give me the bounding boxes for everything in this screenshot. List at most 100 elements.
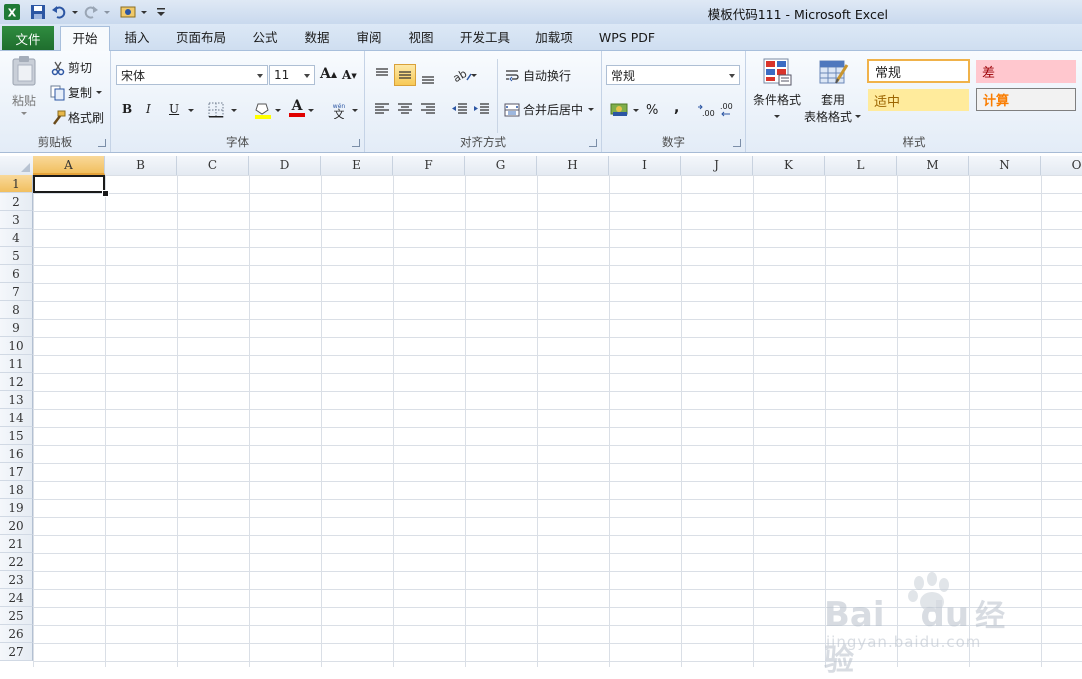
column-header-o[interactable]: O xyxy=(1041,156,1082,175)
tab-home[interactable]: 开始 xyxy=(60,26,110,51)
merge-center-button[interactable]: 合并后居中 xyxy=(504,101,595,118)
tab-formulas[interactable]: 公式 xyxy=(244,26,286,50)
selected-cell-a1[interactable] xyxy=(33,175,105,193)
row-header-20[interactable]: 20 xyxy=(0,517,33,535)
format-as-table-button[interactable]: 套用 表格格式 xyxy=(804,57,862,125)
align-left-icon[interactable] xyxy=(373,100,391,118)
column-header-l[interactable]: L xyxy=(825,156,897,175)
grow-font-button[interactable]: A ▲ xyxy=(320,66,337,82)
number-format-select[interactable]: 常规 xyxy=(606,65,740,85)
row-header-23[interactable]: 23 xyxy=(0,571,33,589)
conditional-dropdown-icon[interactable] xyxy=(773,114,781,120)
row-header-2[interactable]: 2 xyxy=(0,193,33,211)
number-launcher-icon[interactable] xyxy=(733,139,741,147)
border-dropdown-icon[interactable] xyxy=(230,108,238,114)
select-all-corner[interactable] xyxy=(0,156,34,175)
tab-review[interactable]: 审阅 xyxy=(348,26,390,50)
column-header-b[interactable]: B xyxy=(105,156,177,175)
row-header-13[interactable]: 13 xyxy=(0,391,33,409)
row-header-15[interactable]: 15 xyxy=(0,427,33,445)
column-header-f[interactable]: F xyxy=(393,156,465,175)
underline-button[interactable]: U xyxy=(169,102,179,116)
style-normal[interactable]: 常规 xyxy=(867,59,970,83)
row-header-24[interactable]: 24 xyxy=(0,589,33,607)
custom-macro-icon[interactable] xyxy=(119,3,137,21)
tab-view[interactable]: 视图 xyxy=(400,26,442,50)
row-header-3[interactable]: 3 xyxy=(0,211,33,229)
row-header-12[interactable]: 12 xyxy=(0,373,33,391)
redo-dropdown-icon[interactable] xyxy=(103,3,111,21)
number-format-dropdown-icon[interactable] xyxy=(729,74,735,78)
align-right-icon[interactable] xyxy=(419,100,437,118)
font-name-dropdown-icon[interactable] xyxy=(257,74,263,78)
column-header-g[interactable]: G xyxy=(465,156,537,175)
format-as-table-dropdown-icon[interactable] xyxy=(854,114,862,120)
align-middle-button[interactable] xyxy=(394,64,416,86)
paste-button[interactable]: 粘贴 xyxy=(4,55,44,117)
font-color-button[interactable]: A xyxy=(289,99,305,117)
row-header-5[interactable]: 5 xyxy=(0,247,33,265)
align-bottom-icon[interactable] xyxy=(419,68,437,86)
column-header-e[interactable]: E xyxy=(321,156,393,175)
percent-button[interactable]: % xyxy=(646,103,658,118)
row-header-11[interactable]: 11 xyxy=(0,355,33,373)
row-header-7[interactable]: 7 xyxy=(0,283,33,301)
copy-button[interactable]: 复制 xyxy=(50,84,103,101)
phonetic-dropdown-icon[interactable] xyxy=(351,108,359,114)
row-header-25[interactable]: 25 xyxy=(0,607,33,625)
customize-dropdown-icon[interactable] xyxy=(140,3,148,21)
row-header-22[interactable]: 22 xyxy=(0,553,33,571)
column-header-n[interactable]: N xyxy=(969,156,1041,175)
align-top-icon[interactable] xyxy=(373,66,391,84)
align-center-icon[interactable] xyxy=(396,100,414,118)
column-header-d[interactable]: D xyxy=(249,156,321,175)
row-header-1[interactable]: 1 xyxy=(0,175,33,193)
style-neutral[interactable]: 适中 xyxy=(868,89,969,111)
wrap-text-button[interactable]: 自动换行 xyxy=(504,67,571,84)
increase-decimal-icon[interactable]: .00 xyxy=(696,101,718,119)
tab-file[interactable]: 文件 xyxy=(2,26,54,50)
undo-dropdown-icon[interactable] xyxy=(71,3,79,21)
row-header-18[interactable]: 18 xyxy=(0,481,33,499)
phonetic-guide-icon[interactable]: wén文 xyxy=(329,101,349,119)
save-icon[interactable] xyxy=(29,3,47,21)
column-header-j[interactable]: J xyxy=(681,156,753,175)
comma-button[interactable]: , xyxy=(674,100,679,116)
paste-dropdown-icon[interactable] xyxy=(20,111,28,117)
increase-indent-icon[interactable] xyxy=(473,100,491,118)
font-launcher-icon[interactable] xyxy=(352,139,360,147)
orientation-dropdown-icon[interactable] xyxy=(470,73,478,79)
column-header-a[interactable]: A xyxy=(33,156,105,175)
conditional-formatting-button[interactable]: 条件格式 xyxy=(750,57,804,120)
undo-icon[interactable] xyxy=(50,3,68,21)
row-header-10[interactable]: 10 xyxy=(0,337,33,355)
column-header-i[interactable]: I xyxy=(609,156,681,175)
customize-toolbar-icon[interactable] xyxy=(152,3,170,21)
decrease-indent-icon[interactable] xyxy=(451,100,469,118)
column-header-c[interactable]: C xyxy=(177,156,249,175)
tab-developer[interactable]: 开发工具 xyxy=(452,26,518,50)
alignment-launcher-icon[interactable] xyxy=(589,139,597,147)
fill-handle[interactable] xyxy=(102,190,109,197)
font-size-select[interactable]: 11 xyxy=(269,65,315,85)
row-header-6[interactable]: 6 xyxy=(0,265,33,283)
tab-insert[interactable]: 插入 xyxy=(116,26,158,50)
row-header-17[interactable]: 17 xyxy=(0,463,33,481)
column-header-k[interactable]: K xyxy=(753,156,825,175)
bold-button[interactable]: B xyxy=(122,102,132,116)
style-bad[interactable]: 差 xyxy=(976,60,1076,83)
currency-icon[interactable] xyxy=(610,101,630,119)
currency-dropdown-icon[interactable] xyxy=(632,108,640,114)
italic-button[interactable]: I xyxy=(146,102,151,116)
row-header-14[interactable]: 14 xyxy=(0,409,33,427)
row-header-26[interactable]: 26 xyxy=(0,625,33,643)
font-size-dropdown-icon[interactable] xyxy=(304,74,310,78)
clipboard-launcher-icon[interactable] xyxy=(98,139,106,147)
decrease-decimal-icon[interactable]: .00 xyxy=(718,101,740,119)
row-header-19[interactable]: 19 xyxy=(0,499,33,517)
redo-icon[interactable] xyxy=(82,3,100,21)
cut-button[interactable]: 剪切 xyxy=(50,59,92,76)
tab-page-layout[interactable]: 页面布局 xyxy=(170,26,232,50)
row-header-27[interactable]: 27 xyxy=(0,643,33,661)
row-header-4[interactable]: 4 xyxy=(0,229,33,247)
